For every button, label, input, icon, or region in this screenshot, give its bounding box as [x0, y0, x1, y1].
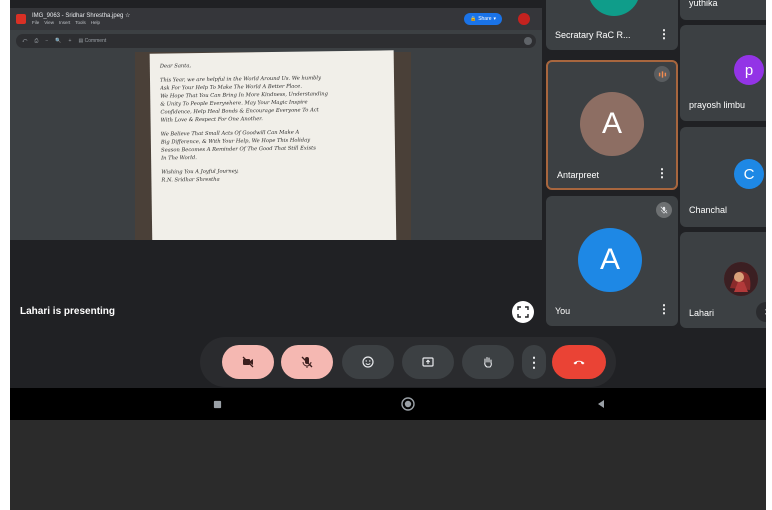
viewer-titlebar: IMG_9063 - Sridhar Shrestha.jpeg ☆ File … [10, 8, 542, 30]
comment-button[interactable]: ▤ Comment [78, 38, 106, 44]
video-off-icon [242, 356, 254, 368]
home-button[interactable] [401, 397, 415, 411]
raise-hand-icon [484, 356, 492, 368]
avatar [588, 0, 640, 16]
minus-icon[interactable]: − [45, 38, 48, 44]
more-vert-icon[interactable]: ⋮ [656, 166, 668, 180]
participant-name: prayosh limbu [689, 100, 746, 110]
call-controls: ⋮ [200, 337, 616, 387]
handwritten-letter: Dear Santa, This Year, we are helpful in… [149, 50, 397, 240]
camera-toggle-button[interactable] [222, 345, 274, 379]
avatar-initial: p [744, 61, 754, 79]
collapse-icon[interactable] [524, 37, 532, 45]
menu-file[interactable]: File [32, 20, 39, 26]
share-button[interactable]: 🔒 Share ▾ [464, 13, 502, 25]
avatar: A [580, 92, 644, 156]
reactions-button[interactable] [342, 345, 394, 379]
avatar-initial: C [743, 165, 755, 183]
participant-name: Lahari [689, 308, 715, 318]
comment-label: Comment [84, 38, 107, 44]
account-avatar[interactable] [518, 13, 530, 25]
viewer-menus: File View Insert Tools Help [32, 20, 130, 26]
meet-screen: IMG_9063 - Sridhar Shrestha.jpeg ☆ File … [10, 0, 766, 420]
participant-name: You [555, 306, 571, 316]
mic-toggle-button[interactable] [281, 345, 333, 379]
participant-name: Secratary RaC R... [555, 30, 631, 40]
fullscreen-button[interactable] [512, 301, 534, 323]
avatar-photo [724, 262, 758, 296]
avatar-initial: A [599, 243, 620, 276]
avatar-initial: A [601, 107, 622, 140]
letter-line: R.N. Sridhar Shrestha [161, 176, 220, 184]
share-label: Share [478, 16, 492, 22]
avatar: A [578, 228, 642, 292]
back-button[interactable] [594, 397, 608, 411]
shared-document-viewer: IMG_9063 - Sridhar Shrestha.jpeg ☆ File … [10, 8, 542, 240]
mic-off-icon [301, 356, 313, 368]
participant-name: Antarpreet [557, 170, 600, 180]
more-vert-icon[interactable]: ⋮ [658, 302, 670, 316]
participant-name: yuthika [689, 0, 718, 8]
mic-off-icon [656, 202, 672, 218]
menu-view[interactable]: View [44, 20, 54, 26]
system-nav-bar [10, 388, 766, 420]
viewer-toolbar: ⤺ ⎙ − 🔍 + ▤ Comment [16, 34, 536, 48]
letter-photo: Dear Santa, This Year, we are helpful in… [135, 50, 411, 240]
zoom-icon[interactable]: 🔍 [55, 38, 61, 44]
present-button[interactable] [402, 345, 454, 379]
menu-insert[interactable]: Insert [59, 20, 70, 26]
below-screen-area [10, 420, 766, 510]
more-vert-icon: ⋮ [527, 353, 541, 370]
emoji-icon [362, 356, 374, 368]
raise-hand-button[interactable] [462, 345, 514, 379]
participant-tile-you[interactable]: A You ⋮ [546, 196, 678, 326]
leave-call-button[interactable] [552, 345, 606, 379]
chevron-down-icon: ▾ [493, 16, 497, 22]
presenter-label: Lahari is presenting [20, 306, 116, 317]
participant-tile-yuthika[interactable]: yuthika [680, 0, 766, 20]
plus-icon[interactable]: + [69, 38, 72, 44]
recents-button[interactable] [210, 397, 224, 411]
avatar: C [734, 159, 764, 189]
lock-icon: 🔒 [469, 16, 477, 22]
present-icon [422, 357, 434, 367]
image-file-icon [16, 14, 26, 24]
participant-tile-lahari[interactable]: Lahari 3+ [680, 232, 766, 328]
avatar: p [734, 55, 764, 85]
back-icon [598, 400, 604, 408]
fullscreen-icon [517, 306, 529, 318]
participant-tile-antarpreet[interactable]: A Antarpreet ⋮ [546, 60, 678, 190]
more-participants-badge[interactable]: 3+ [756, 302, 766, 322]
speaking-icon [654, 66, 670, 82]
recents-icon [213, 400, 221, 408]
participant-name: Chanchal [689, 205, 728, 215]
participant-tile-chanchal[interactable]: C Chanchal [680, 127, 766, 227]
participant-tile-prayosh[interactable]: p prayosh limbu [680, 25, 766, 121]
back-icon[interactable]: ⤺ [22, 38, 27, 44]
menu-help[interactable]: Help [91, 20, 100, 26]
presentation-area: IMG_9063 - Sridhar Shrestha.jpeg ☆ File … [10, 0, 542, 328]
more-vert-icon[interactable]: ⋮ [658, 27, 670, 41]
home-icon [401, 397, 415, 411]
print-icon[interactable]: ⎙ [34, 38, 38, 44]
call-end-icon [573, 360, 585, 365]
file-title: IMG_9063 - Sridhar Shrestha.jpeg ☆ [32, 12, 131, 19]
menu-tools[interactable]: Tools [75, 20, 86, 26]
more-options-button[interactable]: ⋮ [522, 345, 546, 379]
participant-tile-secretary[interactable]: Secratary RaC R... ⋮ [546, 0, 678, 50]
